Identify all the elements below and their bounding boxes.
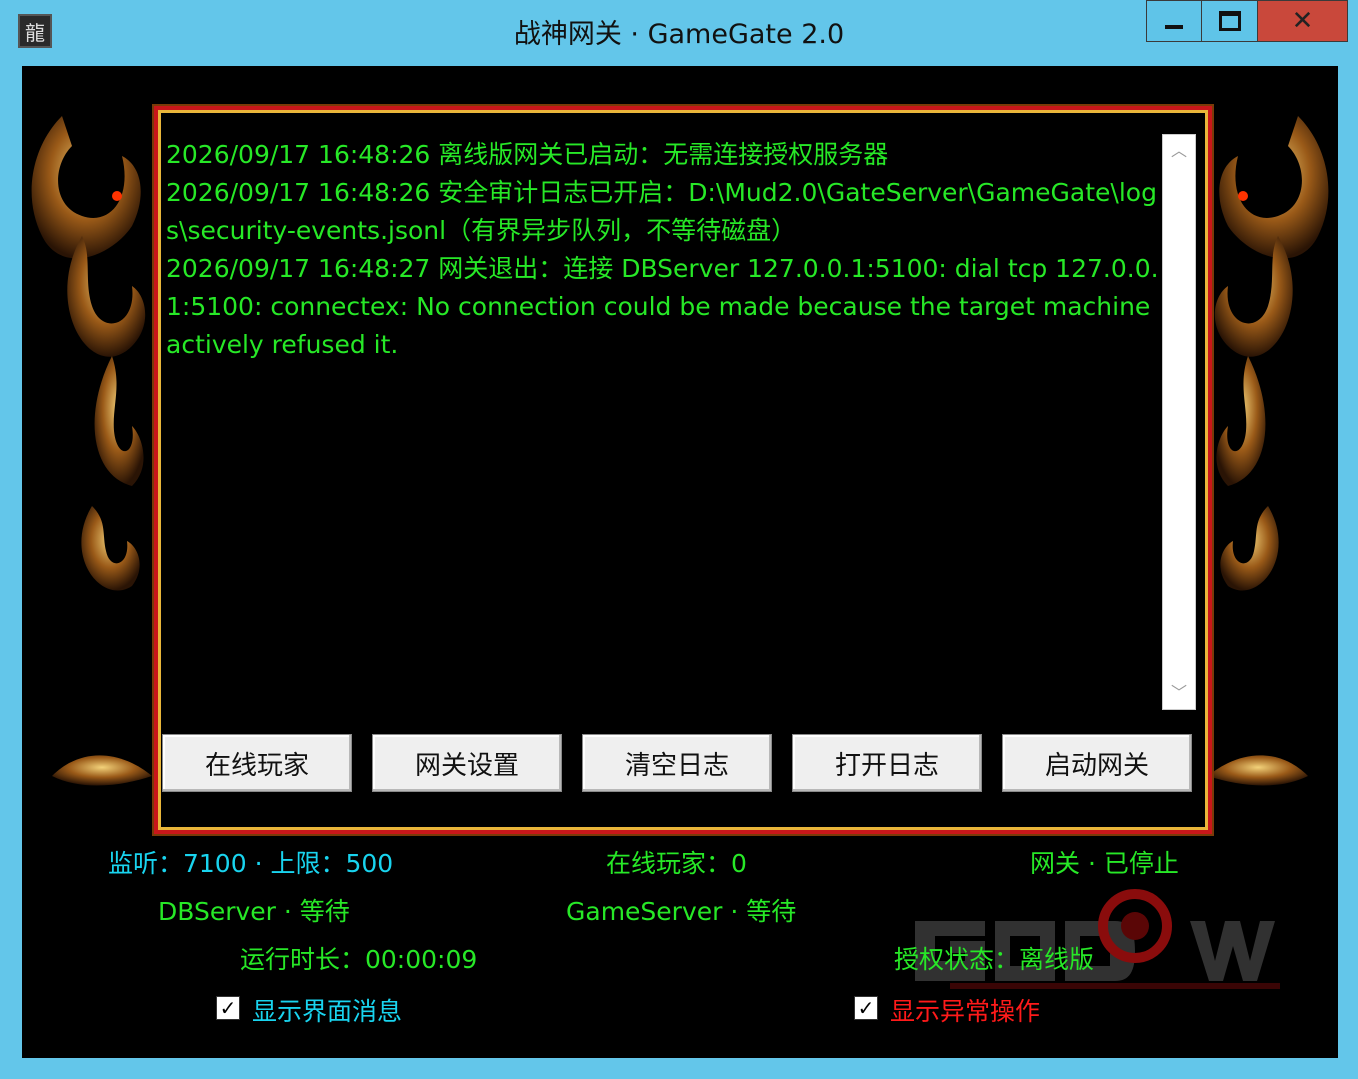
dragon-left-decoration — [31, 116, 152, 786]
gate-settings-button[interactable]: 网关设置 — [372, 734, 562, 792]
close-button[interactable]: ✕ — [1258, 0, 1348, 42]
clear-log-button[interactable]: 清空日志 — [582, 734, 772, 792]
license-status: 授权状态：离线版 — [894, 945, 1095, 974]
close-icon: ✕ — [1291, 6, 1314, 36]
dbserver-status: DBServer · 等待 — [158, 897, 350, 926]
log-output[interactable]: 2026/09/17 16:48:26 离线版网关已启动：无需连接授权服务器 2… — [166, 132, 1160, 712]
maximize-button[interactable] — [1202, 0, 1258, 42]
show-ui-messages-label[interactable]: 显示界面消息 — [252, 992, 402, 1028]
checkmark-icon: ✓ — [857, 996, 875, 1020]
listen-status: 监听：7100 · 上限：500 — [108, 849, 394, 878]
action-button-bar: 在线玩家 网关设置 清空日志 打开日志 启动网关 — [162, 734, 1192, 792]
app-window: 龍 战神网关 · GameGate 2.0 ✕ 2026/09/17 16:48… — [0, 0, 1358, 1079]
online-players-button[interactable]: 在线玩家 — [162, 734, 352, 792]
gate-state: 网关 · 已停止 — [1030, 849, 1179, 878]
uptime-status: 运行时长：00:00:09 — [240, 945, 478, 974]
log-line: 2026/09/17 16:48:27 网关退出：连接 DBServer 127… — [166, 254, 1159, 359]
chevron-up-icon[interactable]: ︿ — [1163, 135, 1195, 167]
log-line: 2026/09/17 16:48:26 安全审计日志已开启：D:\Mud2.0\… — [166, 178, 1157, 245]
minimize-button[interactable] — [1146, 0, 1202, 42]
open-log-button[interactable]: 打开日志 — [792, 734, 982, 792]
chevron-down-icon[interactable]: ﹀ — [1163, 677, 1195, 709]
title-bar[interactable]: 龍 战神网关 · GameGate 2.0 ✕ — [0, 0, 1358, 62]
checkmark-icon: ✓ — [219, 996, 237, 1020]
online-count: 在线玩家：0 — [606, 849, 747, 878]
log-line: 2026/09/17 16:48:26 离线版网关已启动：无需连接授权服务器 — [166, 140, 889, 169]
gameserver-status: GameServer · 等待 — [566, 897, 797, 926]
show-abnormal-ops-checkbox[interactable]: ✓ — [854, 996, 878, 1020]
show-ui-messages-checkbox[interactable]: ✓ — [216, 996, 240, 1020]
maximize-icon — [1218, 11, 1241, 31]
minimize-icon — [1165, 25, 1183, 29]
start-gate-button[interactable]: 启动网关 — [1002, 734, 1192, 792]
log-scrollbar[interactable]: ︿ ﹀ — [1162, 134, 1196, 710]
show-abnormal-ops-label[interactable]: 显示异常操作 — [890, 992, 1040, 1028]
client-area: 2026/09/17 16:48:26 离线版网关已启动：无需连接授权服务器 2… — [22, 66, 1338, 1058]
